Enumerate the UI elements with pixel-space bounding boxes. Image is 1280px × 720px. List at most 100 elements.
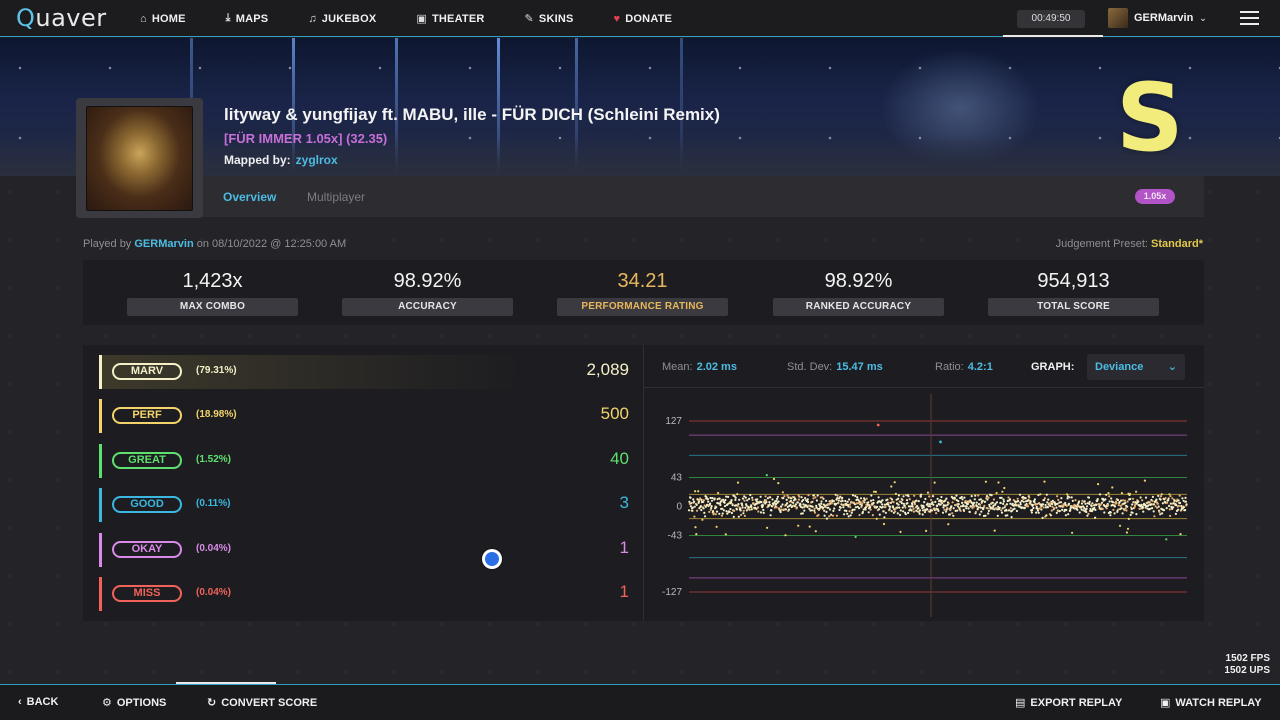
- hit-point: [973, 505, 976, 508]
- quaver-logo[interactable]: Quaver: [16, 4, 107, 32]
- hit-point: [1070, 496, 1073, 499]
- hit-point: [993, 529, 996, 532]
- hit-point: [759, 495, 762, 498]
- hit-point: [725, 510, 728, 513]
- tab-multiplayer[interactable]: Multiplayer: [307, 190, 365, 204]
- hit-point: [827, 506, 830, 509]
- hit-point: [854, 494, 857, 498]
- tab-overview[interactable]: Overview: [223, 190, 276, 204]
- nav-home[interactable]: ⌂ HOME: [140, 13, 186, 25]
- export-replay-button[interactable]: ▤ EXPORT REPLAY: [1015, 696, 1122, 710]
- hit-point: [755, 500, 758, 503]
- hit-point: [904, 506, 907, 509]
- hit-point: [1042, 506, 1045, 509]
- back-button[interactable]: ‹ BACK: [18, 696, 58, 708]
- hit-point: [929, 505, 932, 508]
- hit-point: [1074, 499, 1077, 502]
- hit-point: [841, 496, 844, 499]
- map-difficulty: [FÜR IMMER 1.05x] (32.35): [224, 131, 388, 146]
- hit-point: [694, 526, 697, 529]
- hit-point: [1159, 495, 1163, 498]
- hit-point: [1112, 508, 1115, 511]
- hit-point: [870, 494, 873, 497]
- hit-point: [1121, 512, 1124, 515]
- hit-point: [775, 499, 778, 503]
- hit-point: [751, 496, 754, 499]
- hit-point: [1172, 506, 1175, 509]
- hit-point: [839, 506, 842, 509]
- hit-point: [772, 477, 776, 481]
- played-by: Played by GERMarvin on 08/10/2022 @ 12:2…: [83, 238, 347, 250]
- hit-point: [1043, 497, 1046, 500]
- hit-point: [1005, 503, 1009, 506]
- player-link[interactable]: GERMarvin: [134, 238, 193, 250]
- hit-point: [1141, 506, 1144, 509]
- hit-point: [901, 506, 904, 509]
- hit-point: [968, 510, 971, 514]
- hit-point: [1097, 483, 1100, 486]
- hit-point: [723, 505, 727, 508]
- judgement-color-bar: [99, 532, 102, 567]
- judgement-color-bar: [99, 577, 102, 611]
- hit-point: [1148, 501, 1151, 504]
- hit-point: [877, 508, 881, 511]
- session-clock: 00:49:50: [1017, 10, 1085, 28]
- hit-point: [992, 498, 995, 501]
- hit-point: [1041, 516, 1044, 519]
- hit-point: [792, 501, 795, 504]
- hit-point: [1093, 506, 1096, 509]
- hit-point: [823, 509, 826, 512]
- hit-point: [737, 515, 740, 518]
- hit-point: [1008, 498, 1012, 501]
- hit-point: [1113, 512, 1116, 515]
- hit-point: [884, 505, 887, 508]
- camera-icon: ▣: [416, 13, 427, 25]
- hit-point: [921, 513, 924, 516]
- nav-theater[interactable]: ▣ THEATER: [416, 12, 484, 26]
- hit-point: [748, 508, 751, 511]
- y-tick-label: 0: [676, 502, 682, 513]
- hit-point: [1130, 507, 1133, 511]
- hit-point: [811, 505, 814, 508]
- hit-point: [1078, 511, 1081, 514]
- hit-point: [1085, 510, 1088, 514]
- hit-point: [984, 480, 987, 483]
- hit-point: [854, 535, 857, 538]
- hit-point: [974, 494, 977, 497]
- hit-point: [1158, 510, 1161, 513]
- hit-point: [881, 505, 884, 508]
- user-menu[interactable]: GERMarvin ⌄: [1108, 8, 1207, 28]
- hit-point: [875, 517, 878, 520]
- hit-point: [943, 508, 946, 511]
- hamburger-menu-icon[interactable]: [1240, 11, 1259, 29]
- hit-point: [977, 506, 980, 509]
- nav-donate[interactable]: ♥ DONATE: [614, 13, 673, 25]
- hit-point: [741, 504, 744, 507]
- hit-point: [1088, 500, 1091, 503]
- convert-score-button[interactable]: ↻ CONVERT SCORE: [207, 696, 317, 710]
- nav-maps[interactable]: ⤓ MAPS: [226, 12, 269, 25]
- hit-point: [957, 503, 960, 506]
- hit-point: [751, 498, 754, 502]
- graph-mode-dropdown[interactable]: Deviance ⌄: [1087, 354, 1185, 380]
- hit-point: [947, 502, 950, 505]
- judgement-percent: (0.04%): [196, 587, 232, 598]
- hit-point: [970, 495, 973, 498]
- options-button[interactable]: ⚙ OPTIONS: [102, 696, 166, 710]
- hit-point: [1033, 498, 1036, 501]
- hit-point: [1055, 511, 1058, 514]
- hit-point: [728, 510, 731, 513]
- nav-skins[interactable]: ✎ SKINS: [525, 12, 574, 26]
- hit-point: [881, 503, 884, 506]
- hit-point: [820, 500, 823, 503]
- watch-replay-button[interactable]: ▣ WATCH REPLAY: [1160, 696, 1262, 710]
- hit-point: [1108, 500, 1111, 503]
- hit-point: [820, 502, 823, 505]
- hit-point: [940, 495, 943, 499]
- hit-point: [890, 498, 894, 501]
- hit-point: [783, 495, 786, 498]
- hit-point: [1068, 496, 1071, 499]
- mapper-link[interactable]: zyglrox: [296, 153, 338, 167]
- nav-jukebox[interactable]: ♫ JUKEBOX: [308, 13, 376, 25]
- hit-point: [1103, 511, 1106, 514]
